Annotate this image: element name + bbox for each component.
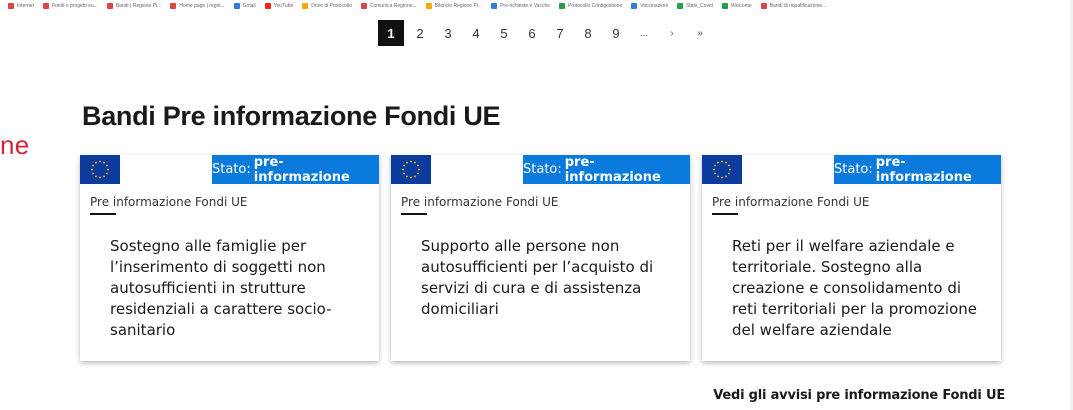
bookmark-item[interactable]: Fondi e progetti eu... [42, 2, 98, 9]
bookmark-label: Bandi | Regione Pi... [115, 2, 162, 9]
card-bando-2[interactable]: Stato: pre-informazione Pre informazione… [391, 155, 690, 361]
card-title[interactable]: Sostegno alle famiglie per l’inserimento… [110, 236, 355, 341]
bookmark-label: Bilancio Regione Pi... [434, 2, 483, 9]
status-label: Stato: [523, 162, 562, 177]
bookmark-label: Fondi e progetti eu... [51, 2, 98, 9]
card-header: Stato: pre-informazione [391, 154, 690, 185]
bookmark-label: YouTube [273, 2, 294, 9]
bookmark-label: Home page | regio... [179, 2, 225, 9]
bookmark-label: Pre-richieste e Vacche [500, 2, 551, 9]
bookmark-favicon-icon [106, 2, 113, 9]
bookmark-item[interactable]: Comunica Regione... [360, 2, 417, 9]
page-1-button[interactable]: 1 [378, 20, 404, 46]
page-8-button[interactable]: 8 [574, 20, 602, 46]
page-3-button[interactable]: 3 [434, 20, 462, 46]
bookmark-favicon-icon [721, 2, 728, 9]
bookmark-item[interactable]: Vaccinazioni [631, 2, 668, 9]
card-category: Pre informazione Fondi UE [90, 195, 248, 209]
status-badge: Stato: pre-informazione [523, 154, 690, 185]
next-page-button[interactable]: › [658, 20, 686, 46]
bookmark-item[interactable]: Drive di Protocollo [302, 2, 352, 9]
bookmark-label: Stats_Covid [685, 2, 713, 9]
page-4-button[interactable]: 4 [462, 20, 490, 46]
bookmark-favicon-icon [233, 2, 240, 9]
status-label: Stato: [834, 162, 873, 177]
card-header: Stato: pre-informazione [80, 154, 379, 185]
bookmark-label: Bandi di riqualificazione... [769, 2, 827, 9]
bookmarks-bar: Internet Fondi e progetti eu... Bandi | Re… [0, 0, 1073, 11]
page-7-button[interactable]: 7 [546, 20, 574, 46]
card-bando-3[interactable]: Stato: pre-informazione Pre informazione… [702, 155, 1001, 361]
category-underline [712, 213, 738, 215]
bookmark-item[interactable]: Home page | regio... [170, 2, 225, 9]
bookmark-favicon-icon [491, 2, 498, 9]
card-category: Pre informazione Fondi UE [712, 195, 870, 209]
page-6-button[interactable]: 6 [518, 20, 546, 46]
category-underline [90, 213, 116, 215]
bookmark-label: Comunica Regione... [369, 2, 417, 9]
bookmark-item[interactable]: Protocollo Contigestione [559, 2, 623, 9]
bookmark-favicon-icon [760, 2, 767, 9]
page-9-button[interactable]: 9 [602, 20, 630, 46]
bookmark-favicon-icon [8, 2, 14, 9]
pagination-ellipsis: ... [639, 27, 649, 39]
bookmark-item[interactable]: Stats_Covid [676, 2, 713, 9]
bookmark-item[interactable]: YouTube [264, 2, 294, 9]
page-2-button[interactable]: 2 [406, 20, 434, 46]
bookmark-label: Drive di Protocollo [311, 2, 352, 9]
card-category: Pre informazione Fondi UE [401, 195, 559, 209]
pagination: 1 2 3 4 5 6 7 8 9 ... › » [378, 20, 714, 46]
bookmark-favicon-icon [631, 2, 638, 9]
bookmark-label: Protocollo Contigestione [568, 2, 623, 9]
category-underline [401, 213, 427, 215]
bookmark-favicon-icon [559, 2, 566, 9]
bookmark-favicon-icon [264, 2, 271, 9]
card-title[interactable]: Supporto alle persone non autosufficient… [421, 236, 666, 320]
cards-list: Stato: pre-informazione Pre informazione… [80, 155, 1001, 361]
see-all-link[interactable]: Vedi gli avvisi pre informazione Fondi U… [713, 388, 1005, 403]
bookmark-item[interactable]: Gmail [233, 2, 256, 9]
bookmark-label: Internet [17, 2, 34, 9]
last-page-button[interactable]: » [686, 20, 714, 46]
eu-flag-icon [702, 155, 742, 184]
status-label: Stato: [212, 162, 251, 177]
status-value: pre-informazione [875, 154, 972, 185]
card-bando-1[interactable]: Stato: pre-informazione Pre informazione… [80, 155, 379, 361]
status-badge: Stato: pre-informazione [834, 154, 1001, 185]
bookmark-favicon-icon [676, 2, 683, 9]
bookmark-label: Vaccinazioni [640, 2, 668, 9]
bookmark-favicon-icon [42, 2, 49, 9]
page-5-button[interactable]: 5 [490, 20, 518, 46]
card-header: Stato: pre-informazione [702, 154, 1001, 185]
bookmark-item[interactable]: Internet [8, 2, 34, 9]
bookmark-item[interactable]: Bilancio Regione Pi... [425, 2, 483, 9]
status-badge: Stato: pre-informazione [212, 154, 379, 185]
eu-flag-icon [391, 155, 431, 184]
status-value: pre-informazione [253, 154, 350, 185]
bookmark-label: Gmail [242, 2, 256, 9]
bookmark-favicon-icon [425, 2, 432, 9]
section-title: Bandi Pre informazione Fondi UE [82, 101, 501, 131]
bookmark-favicon-icon [302, 2, 309, 9]
eu-flag-icon [80, 155, 120, 184]
bookmark-favicon-icon [360, 2, 367, 9]
bookmark-item[interactable]: Bandi di riqualificazione... [760, 2, 827, 9]
bookmark-favicon-icon [170, 2, 177, 9]
card-title[interactable]: Reti per il welfare aziendale e territor… [732, 236, 977, 341]
status-value: pre-informazione [564, 154, 661, 185]
bookmark-item[interactable]: Bandi | Regione Pi... [106, 2, 162, 9]
bookmark-label: Welcome [730, 2, 752, 9]
bookmark-item[interactable]: Welcome [721, 2, 752, 9]
cutoff-heading-fragment: ne [0, 130, 30, 160]
bookmark-item[interactable]: Pre-richieste e Vacche [491, 2, 551, 9]
